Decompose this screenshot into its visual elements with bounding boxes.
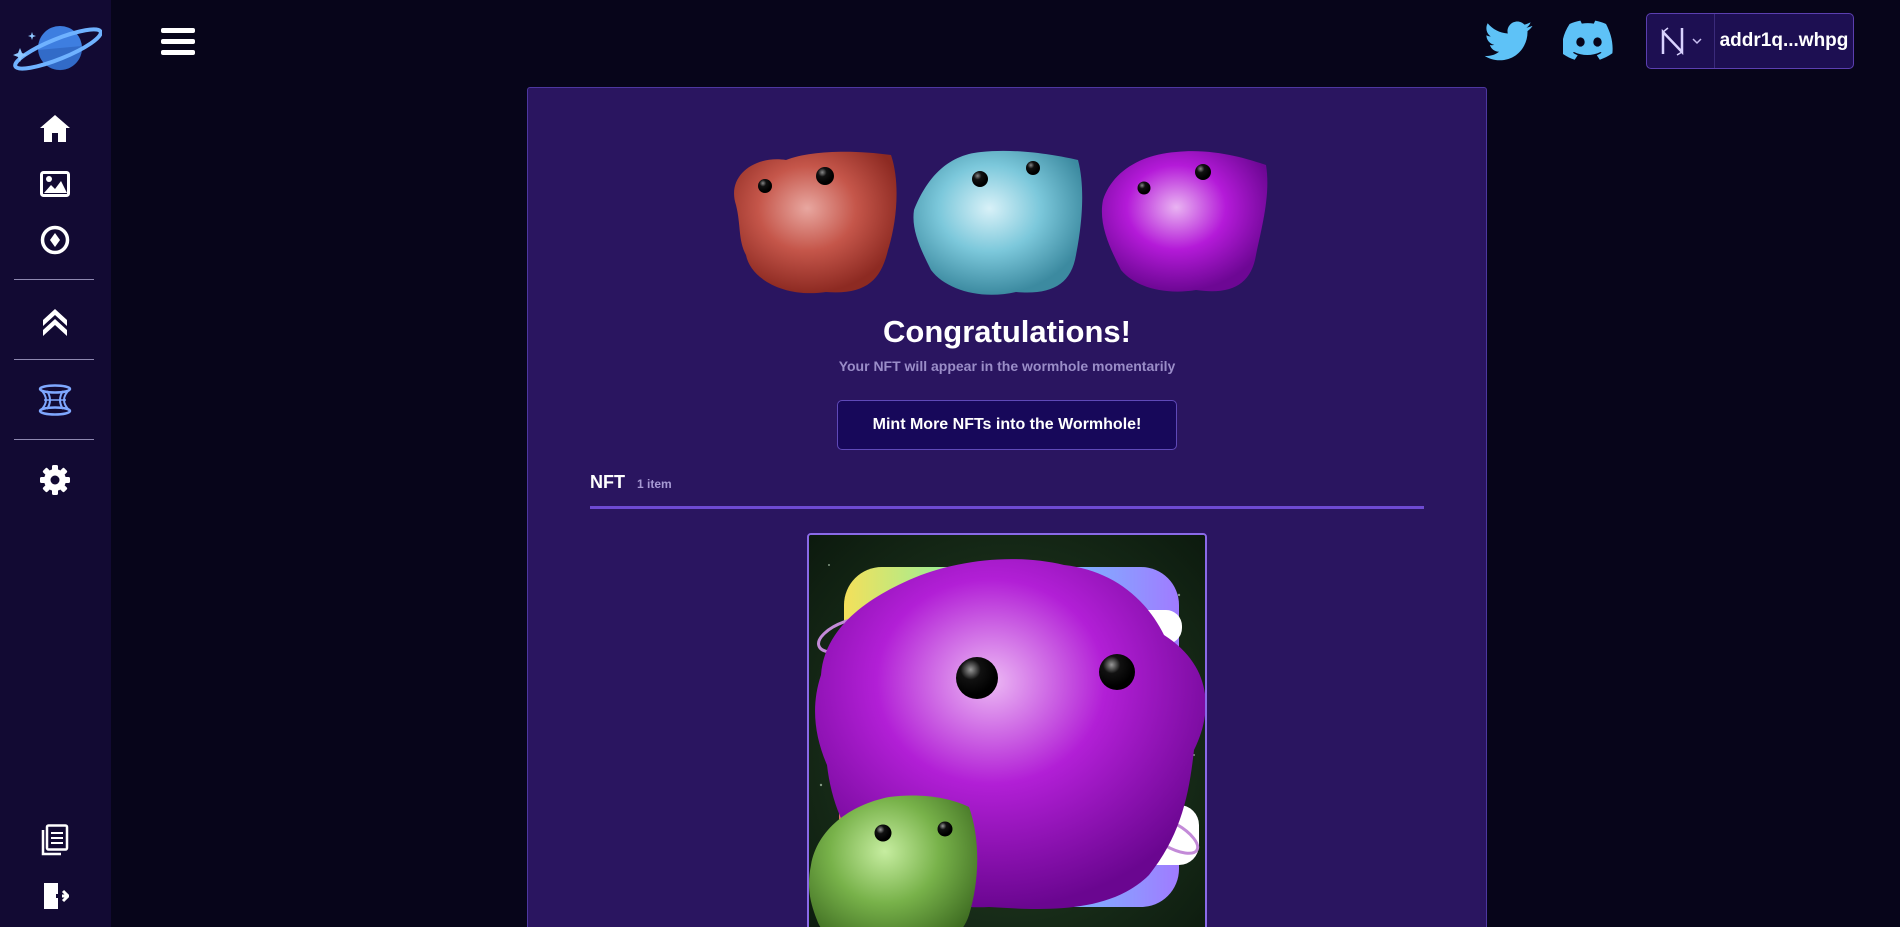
image-icon[interactable] xyxy=(34,163,76,205)
mint-more-button[interactable]: Mint More NFTs into the Wormhole! xyxy=(837,400,1177,450)
nft-card[interactable] xyxy=(807,533,1207,927)
wallet-widget: addr1q...whpg xyxy=(1646,13,1854,69)
status-message: Your NFT will appear in the wormhole mom… xyxy=(838,358,1176,374)
planet-logo-icon[interactable] xyxy=(8,18,102,76)
nft-image xyxy=(809,535,1205,927)
double-chevron-up-icon[interactable] xyxy=(34,299,76,341)
wallet-selector[interactable] xyxy=(1647,14,1715,68)
item-count: 1 item xyxy=(637,477,672,491)
discord-icon[interactable] xyxy=(1561,18,1615,66)
section-divider xyxy=(590,506,1424,509)
gear-icon[interactable] xyxy=(34,459,76,501)
compass-icon[interactable] xyxy=(34,219,76,261)
page-title: Congratulations! xyxy=(883,314,1131,349)
wallet-address[interactable]: addr1q...whpg xyxy=(1715,14,1853,68)
section-header: NFT 1 item xyxy=(590,472,672,493)
chevron-down-icon xyxy=(1691,38,1702,45)
blob-characters-image xyxy=(734,150,1268,295)
sidebar-divider xyxy=(14,439,94,440)
hamburger-menu-icon[interactable] xyxy=(157,24,199,60)
twitter-icon[interactable] xyxy=(1484,18,1536,66)
mint-result-card: Congratulations! Your NFT will appear in… xyxy=(527,87,1487,927)
document-icon[interactable] xyxy=(34,819,76,861)
logout-icon[interactable] xyxy=(34,875,76,917)
section-title: NFT xyxy=(590,472,625,492)
home-icon[interactable] xyxy=(34,107,76,149)
sidebar xyxy=(0,0,111,927)
wormhole-icon[interactable] xyxy=(34,379,76,421)
wallet-logo-icon xyxy=(1661,27,1683,56)
sidebar-divider xyxy=(14,359,94,360)
sidebar-divider xyxy=(14,279,94,280)
